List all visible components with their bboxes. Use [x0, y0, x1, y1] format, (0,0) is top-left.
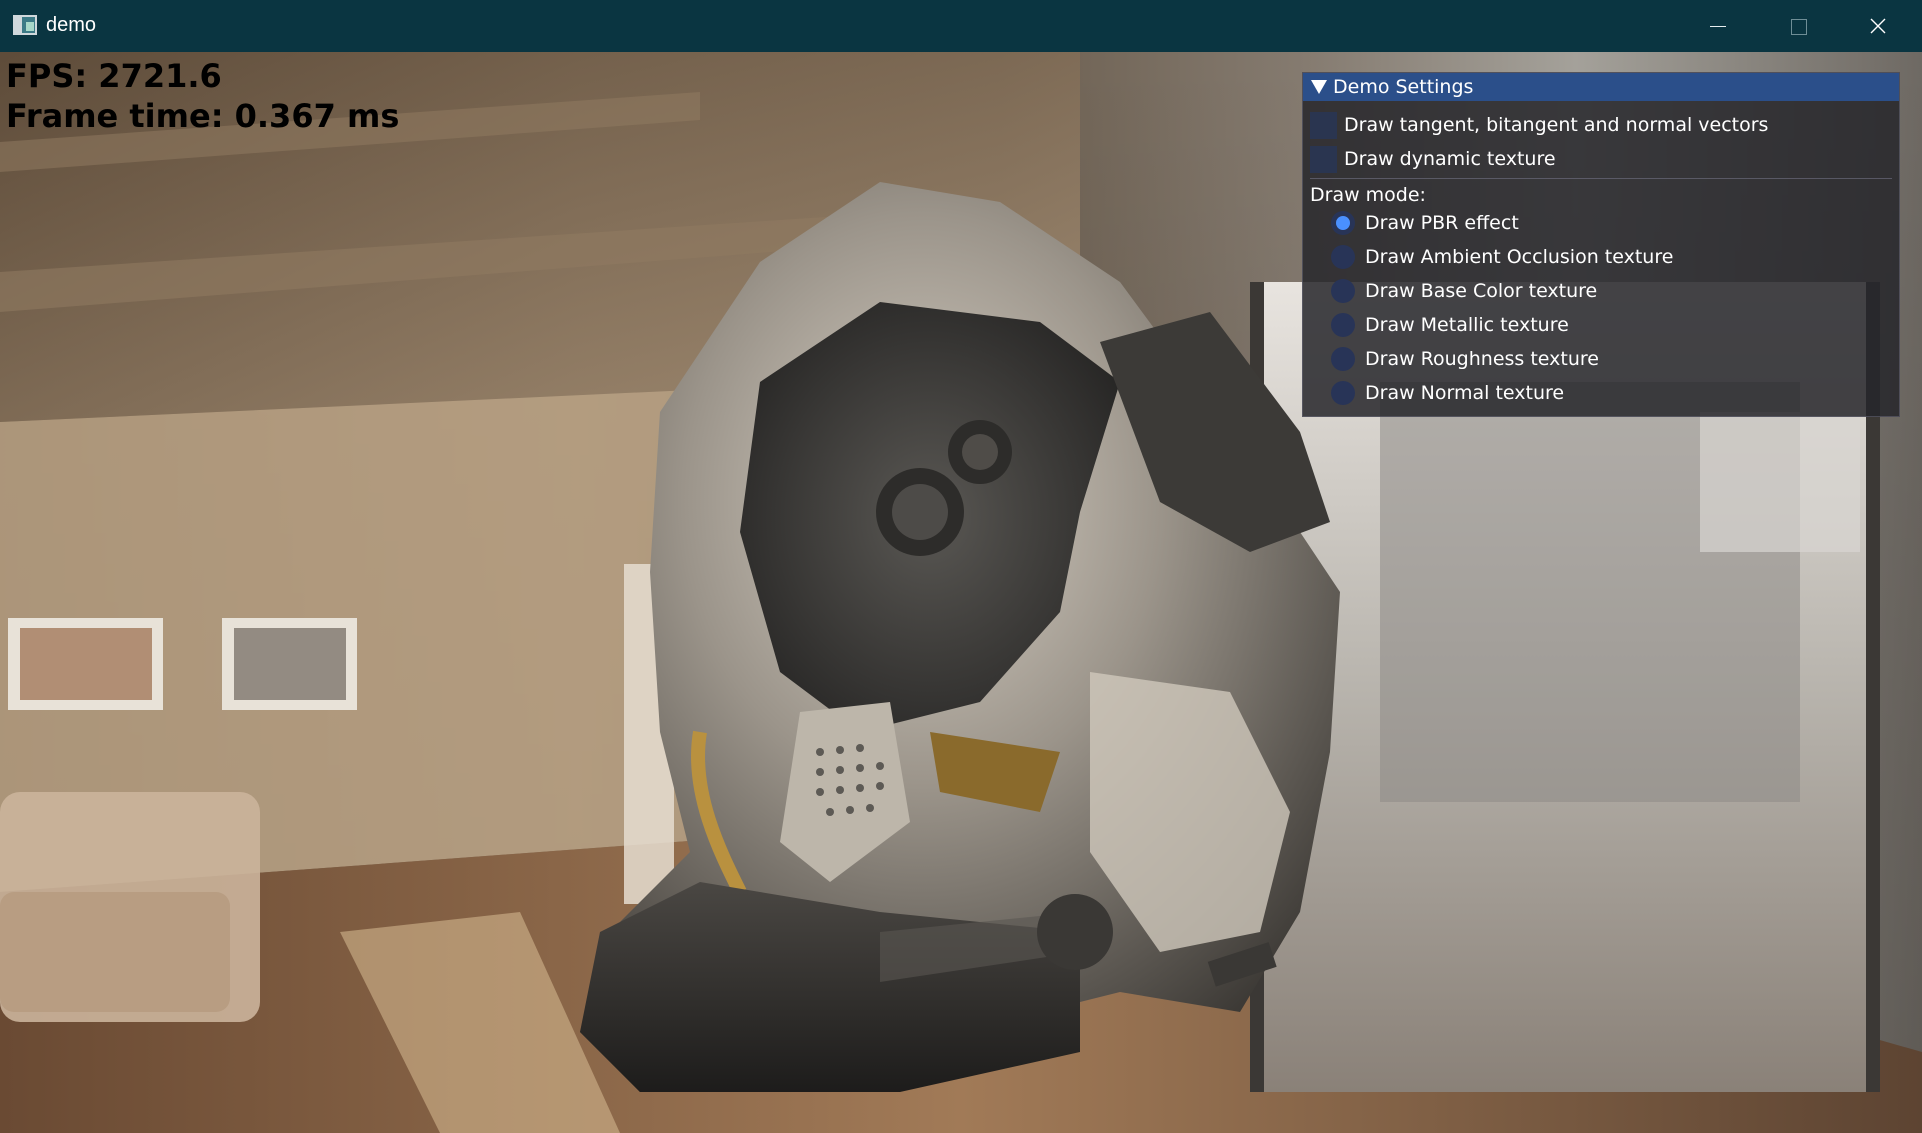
radio-button[interactable]	[1331, 245, 1355, 269]
checkbox-label: Draw tangent, bitangent and normal vecto…	[1344, 114, 1769, 136]
radio-button[interactable]	[1331, 347, 1355, 371]
radio-button[interactable]	[1331, 279, 1355, 303]
separator	[1310, 178, 1892, 179]
radio-label: Draw Metallic texture	[1365, 314, 1569, 336]
panel-title: Demo Settings	[1333, 76, 1474, 98]
collapse-arrow-icon[interactable]	[1311, 80, 1327, 94]
app-icon[interactable]	[13, 15, 37, 35]
radio-button[interactable]	[1331, 211, 1355, 235]
checkbox[interactable]	[1310, 146, 1337, 173]
close-button[interactable]	[1838, 0, 1918, 52]
stats-overlay: FPS: 2721.6 Frame time: 0.367 ms	[6, 56, 399, 136]
checkbox-label: Draw dynamic texture	[1344, 148, 1556, 170]
radio-label: Draw Ambient Occlusion texture	[1365, 246, 1674, 268]
maximize-button[interactable]	[1758, 0, 1838, 52]
radio-button[interactable]	[1331, 381, 1355, 405]
draw-mode-label: Draw mode:	[1310, 184, 1426, 206]
radio-label: Draw Normal texture	[1365, 382, 1565, 404]
window-title: demo	[46, 14, 97, 36]
frame-time-readout: Frame time: 0.367 ms	[6, 97, 400, 135]
radio-label: Draw Roughness texture	[1365, 348, 1599, 370]
panel-header[interactable]: Demo Settings	[1303, 73, 1899, 101]
fps-readout: FPS: 2721.6	[6, 57, 222, 95]
title-bar[interactable]: demo	[0, 0, 1922, 52]
radio-label: Draw Base Color texture	[1365, 280, 1598, 302]
demo-settings-panel: Demo Settings Draw tangent, bitangent an…	[1302, 72, 1900, 417]
checkbox[interactable]	[1310, 112, 1337, 139]
radio-button[interactable]	[1331, 313, 1355, 337]
minimize-button[interactable]	[1678, 0, 1758, 52]
radio-label: Draw PBR effect	[1365, 212, 1519, 234]
close-icon	[1870, 18, 1886, 34]
